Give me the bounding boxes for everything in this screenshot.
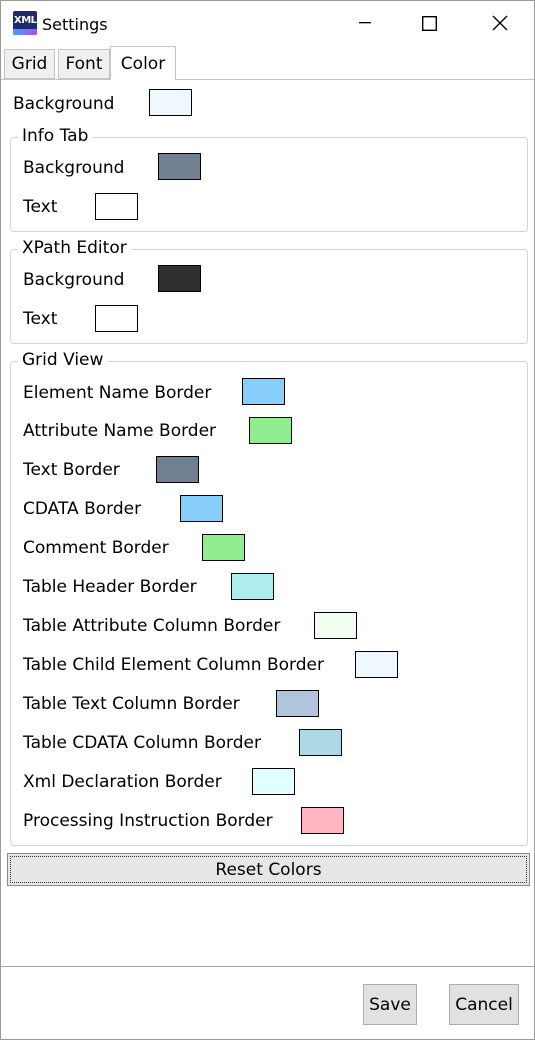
maximize-icon[interactable] <box>406 1 452 45</box>
text-border-swatch[interactable] <box>156 456 199 483</box>
table-cdata-column-border-label: Table CDATA Column Border <box>23 733 261 753</box>
xpath-editor-group: XPath Editor <box>10 238 528 344</box>
table-header-border-swatch[interactable] <box>231 573 274 600</box>
background-color-swatch[interactable] <box>149 89 192 116</box>
reset-colors-label: Reset Colors <box>10 856 527 883</box>
text-border-label: Text Border <box>23 460 120 480</box>
comment-border-swatch[interactable] <box>202 534 245 561</box>
table-text-column-border-label: Table Text Column Border <box>23 694 240 714</box>
comment-border-label: Comment Border <box>23 538 169 558</box>
tab-strip: Grid Font Color <box>1 45 534 80</box>
title-bar: XML Settings <box>1 1 534 45</box>
info-tab-background-label: Background <box>23 158 125 178</box>
xpath-editor-legend: XPath Editor <box>18 238 131 258</box>
attribute-name-border-swatch[interactable] <box>249 417 292 444</box>
info-tab-text-label: Text <box>23 197 58 217</box>
xpath-text-swatch[interactable] <box>95 305 138 332</box>
element-name-border-swatch[interactable] <box>242 378 285 405</box>
processing-instruction-border-label: Processing Instruction Border <box>23 811 273 831</box>
cdata-border-swatch[interactable] <box>180 495 223 522</box>
tab-grid[interactable]: Grid <box>4 49 55 79</box>
close-icon[interactable] <box>477 1 523 45</box>
xpath-background-label: Background <box>23 270 125 290</box>
info-tab-text-swatch[interactable] <box>95 193 138 220</box>
app-icon-stripe <box>13 29 37 35</box>
table-attribute-column-border-label: Table Attribute Column Border <box>23 616 281 636</box>
cancel-button[interactable]: Cancel <box>449 984 519 1025</box>
save-button[interactable]: Save <box>363 984 417 1025</box>
xpath-background-swatch[interactable] <box>158 265 201 292</box>
table-attribute-column-border-swatch[interactable] <box>314 612 357 639</box>
table-cdata-column-border-swatch[interactable] <box>299 729 342 756</box>
window-title: Settings <box>42 15 108 34</box>
table-text-column-border-swatch[interactable] <box>276 690 319 717</box>
tab-color[interactable]: Color <box>110 46 176 80</box>
background-label: Background <box>13 94 115 114</box>
xml-declaration-border-label: Xml Declaration Border <box>23 772 222 792</box>
info-tab-legend: Info Tab <box>18 126 93 146</box>
table-child-element-column-border-label: Table Child Element Column Border <box>23 655 324 675</box>
table-header-border-label: Table Header Border <box>23 577 197 597</box>
app-icon: XML <box>13 11 37 35</box>
reset-colors-button[interactable]: Reset Colors <box>7 853 530 886</box>
tab-font[interactable]: Font <box>58 49 110 79</box>
table-child-element-column-border-swatch[interactable] <box>355 651 398 678</box>
app-icon-text: XML <box>14 15 37 26</box>
settings-window: XML Settings Grid Font Color Background … <box>0 0 535 1040</box>
info-tab-background-swatch[interactable] <box>158 153 201 180</box>
attribute-name-border-label: Attribute Name Border <box>23 421 217 441</box>
grid-view-legend: Grid View <box>18 350 108 370</box>
minimize-icon[interactable] <box>342 1 388 45</box>
cdata-border-label: CDATA Border <box>23 499 142 519</box>
xpath-text-label: Text <box>23 309 58 329</box>
info-tab-group: Info Tab <box>10 126 528 232</box>
processing-instruction-border-swatch[interactable] <box>301 807 344 834</box>
xml-declaration-border-swatch[interactable] <box>252 768 295 795</box>
element-name-border-label: Element Name Border <box>23 383 212 403</box>
